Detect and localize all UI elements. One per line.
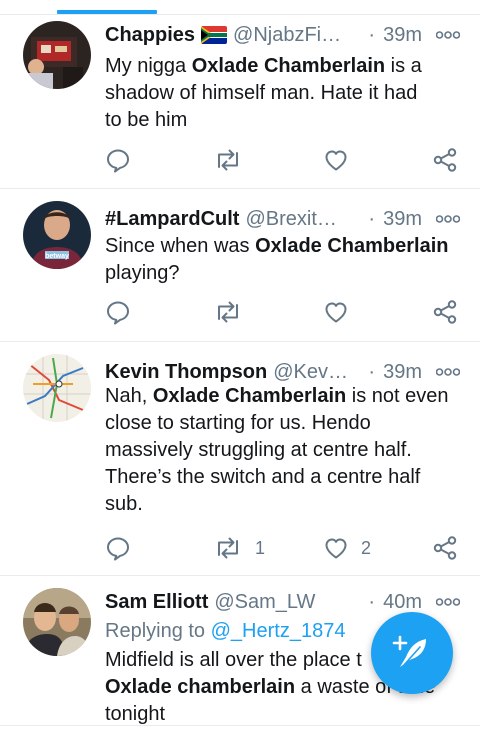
more-options-icon[interactable]	[422, 31, 460, 39]
reply-icon	[107, 301, 129, 325]
avatar[interactable]: betway	[23, 201, 91, 269]
tweet-text-line: My nigga Oxlade Chamberlain is a	[105, 53, 462, 80]
tweet-text-line: tonight	[105, 701, 462, 728]
tweet-actions	[105, 297, 459, 327]
avatar-sponsor-text: betway	[45, 253, 69, 260]
tweet-text-line: Nah, Oxlade Chamberlain is not even	[105, 383, 462, 410]
tweet-card[interactable]: Chappies @NjabzFi… · 39m My nigga Oxlade	[0, 15, 480, 189]
username-handle[interactable]: @Kev…	[273, 361, 360, 384]
tweet-card[interactable]: Kevin Thompson @Kev… · 39m Nah, Oxlade C…	[0, 342, 480, 576]
tweet-text: Since when was Oxlade Chamberlain playing…	[105, 233, 462, 287]
share-button[interactable]	[432, 297, 458, 327]
text-segment: playing?	[105, 262, 180, 284]
tweet-text-line: There’s the switch and a centre half	[105, 464, 462, 491]
reply-button[interactable]	[105, 297, 131, 327]
retweet-count: 1	[255, 537, 266, 558]
replying-to-label: Replying to	[105, 620, 206, 642]
separator-dot: ·	[368, 207, 376, 230]
display-name[interactable]: #LampardCult	[105, 208, 239, 231]
share-icon	[433, 536, 457, 560]
text-segment: is not even	[346, 385, 449, 407]
replying-to-line: Replying to @_Hertz_1874	[105, 618, 345, 645]
south-africa-flag-icon	[201, 26, 228, 44]
text-segment: sub.	[105, 493, 143, 515]
compose-tweet-button[interactable]	[371, 612, 453, 694]
tweet-actions: 1 2	[105, 533, 459, 563]
reply-button[interactable]	[105, 533, 131, 563]
tweet-text: Nah, Oxlade Chamberlain is not even close…	[105, 383, 462, 518]
reply-button[interactable]	[105, 145, 131, 175]
like-button[interactable]	[323, 297, 361, 327]
highlighted-search-term: Oxlade Chamberlain	[255, 235, 449, 257]
share-icon	[433, 148, 457, 172]
display-name[interactable]: Chappies	[105, 24, 195, 47]
text-segment: There’s the switch and a centre half	[105, 466, 421, 488]
tweet-header: #LampardCult @Brexit… · 39m	[105, 205, 460, 233]
tweet-text-line: to be him	[105, 107, 462, 134]
text-segment: is a	[385, 55, 422, 77]
username-handle[interactable]: @Sam_LW	[214, 591, 360, 614]
highlighted-search-term: Oxlade chamberlain	[105, 676, 296, 698]
display-name[interactable]: Sam Elliott	[105, 591, 208, 614]
more-options-icon[interactable]	[422, 598, 460, 606]
avatar[interactable]	[23, 21, 91, 89]
separator-dot: ·	[368, 590, 376, 613]
share-button[interactable]	[432, 145, 458, 175]
text-segment: close to starting for us. Hendo	[105, 412, 371, 434]
like-button[interactable]	[323, 145, 361, 175]
retweet-icon	[218, 149, 238, 171]
avatar[interactable]	[23, 354, 91, 422]
share-icon	[433, 300, 457, 324]
tweet-text-line: massively struggling at centre half.	[105, 437, 462, 464]
text-segment: tonight	[105, 703, 166, 725]
reply-icon	[107, 149, 129, 173]
text-segment: to be him	[105, 109, 188, 131]
retweet-icon	[218, 537, 238, 559]
text-segment: Nah,	[105, 385, 153, 407]
retweet-button[interactable]	[213, 145, 255, 175]
heart-icon	[325, 538, 347, 559]
text-segment: My nigga	[105, 55, 192, 77]
username-handle[interactable]: @Brexit…	[245, 208, 360, 231]
retweet-button[interactable]: 1	[213, 533, 265, 563]
like-count: 2	[361, 537, 372, 558]
compose-tweet-feather-plus-icon	[392, 635, 426, 667]
retweet-icon	[218, 301, 238, 323]
text-segment: Since when was	[105, 235, 256, 257]
timestamp[interactable]: 39m	[383, 208, 422, 231]
timestamp[interactable]: 40m	[383, 591, 422, 614]
tweet-header: Kevin Thompson @Kev… · 39m	[105, 358, 460, 386]
tweet-card[interactable]: betway #LampardCult @Brexit… · 39m Since…	[0, 189, 480, 342]
separator-dot: ·	[368, 360, 376, 383]
avatar[interactable]	[23, 588, 91, 656]
like-button[interactable]: 2	[323, 533, 371, 563]
retweet-button[interactable]	[213, 297, 255, 327]
tweet-header: Chappies @NjabzFi… · 39m	[105, 21, 460, 49]
text-segment: shadow of himself man. Hate it had	[105, 82, 418, 104]
tweet-text-line: sub.	[105, 491, 462, 518]
text-segment: Midfield is all over the place t	[105, 649, 362, 671]
tweet-text-line: playing?	[105, 260, 462, 287]
heart-icon	[325, 302, 347, 323]
highlighted-search-term: Oxlade Chamberlain	[191, 55, 386, 77]
highlighted-search-term: Oxlade Chamberlain	[152, 385, 347, 407]
tweet-text-line: Since when was Oxlade Chamberlain	[105, 233, 462, 260]
heart-icon	[325, 150, 347, 171]
tweet-text: My nigga Oxlade Chamberlain is a shadow o…	[105, 53, 462, 134]
reply-icon	[107, 537, 129, 561]
timestamp[interactable]: 39m	[383, 361, 422, 384]
mention-link[interactable]: @_Hertz_1874	[211, 620, 346, 642]
more-options-icon[interactable]	[422, 215, 460, 223]
tweet-text-line: shadow of himself man. Hate it had	[105, 80, 462, 107]
tweet-text-line: close to starting for us. Hendo	[105, 410, 462, 437]
username-handle[interactable]: @NjabzFi…	[233, 24, 360, 47]
separator-dot: ·	[368, 23, 376, 46]
display-name[interactable]: Kevin Thompson	[105, 361, 267, 384]
tweet-actions	[105, 145, 459, 175]
more-options-icon[interactable]	[422, 368, 460, 376]
text-segment: massively struggling at centre half.	[105, 439, 412, 461]
share-button[interactable]	[432, 533, 458, 563]
timestamp[interactable]: 39m	[383, 24, 422, 47]
